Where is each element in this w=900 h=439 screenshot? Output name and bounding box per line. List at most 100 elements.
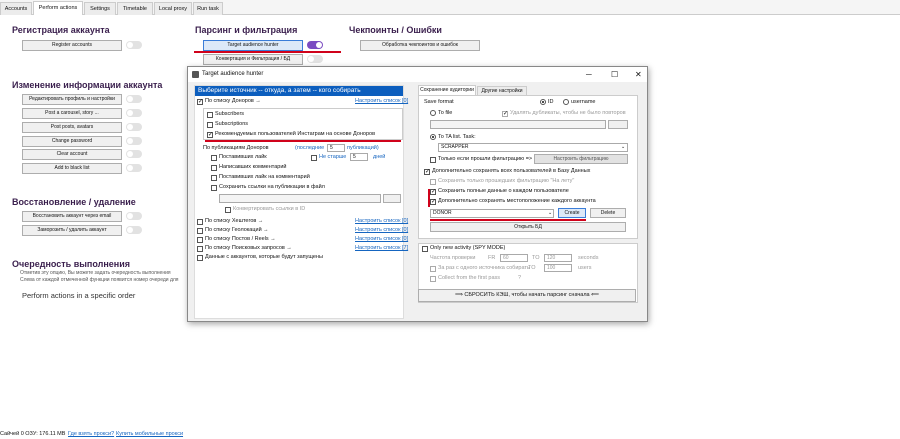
liked-checkbox[interactable] (211, 155, 217, 161)
clear-account-button[interactable]: Clear account (22, 149, 122, 160)
restore-email-button[interactable]: Восстановить аккаунт через email (22, 211, 122, 222)
db-chevron-icon[interactable]: ⌄ (548, 210, 552, 217)
conversion-filter-button[interactable]: Конвертация и Фильтрация / БД (203, 54, 303, 65)
not-older-checkbox[interactable] (311, 155, 317, 161)
tab-timetable[interactable]: Timetable (117, 2, 153, 15)
per-run-input[interactable]: 100 (544, 264, 572, 272)
browse-button[interactable] (383, 194, 401, 203)
posts-config-link[interactable]: Настроить список [0] (355, 236, 408, 243)
db-select[interactable]: DONOR (430, 209, 554, 218)
convert-links-checkbox[interactable] (225, 207, 231, 213)
subscribers-label: Subscribers (215, 111, 245, 117)
tab-settings[interactable]: Settings (84, 2, 116, 15)
help-icon[interactable]: ? (518, 275, 521, 282)
post-carousel-button[interactable]: Post a carousel, story ... (22, 108, 122, 119)
chevron-down-icon[interactable]: ⌄ (621, 144, 625, 151)
collect-first-checkbox[interactable] (430, 276, 436, 282)
tab-save-audience[interactable]: Сохранение аудитории (418, 85, 476, 95)
checkpoints-button[interactable]: Обработка чекпоинтов и ошибок (360, 40, 480, 51)
maximize-icon[interactable]: ☐ (611, 67, 618, 82)
task-select[interactable]: SCRAPPER (438, 143, 628, 152)
liked-comment-checkbox[interactable] (211, 175, 217, 181)
remove-dup-checkbox[interactable] (502, 110, 508, 117)
per-run-checkbox[interactable] (430, 266, 436, 272)
register-toggle[interactable] (126, 41, 142, 49)
fr-input[interactable]: 60 (500, 254, 528, 262)
close-icon[interactable]: ✕ (635, 67, 642, 82)
save-links-label: Сохранить ссылки на публикации в файл (219, 184, 325, 190)
geo-config-link[interactable]: Настроить список [0] (355, 227, 408, 234)
subscriptions-checkbox[interactable] (207, 122, 213, 128)
searches-checkbox[interactable] (197, 246, 203, 252)
id-radio[interactable] (540, 99, 546, 105)
configure-filter-button[interactable]: Настроить фильтрацию (534, 154, 628, 164)
tab-other-settings[interactable]: Другие настройки (477, 86, 527, 95)
tab-run-task[interactable]: Run task (193, 2, 223, 15)
links-file-input[interactable] (219, 194, 381, 203)
save-only-passed-checkbox[interactable] (430, 179, 436, 185)
last-count-input[interactable]: 5 (327, 144, 345, 152)
restore-toggle[interactable] (126, 212, 142, 220)
tab-local-proxy[interactable]: Local proxy (154, 2, 192, 15)
not-older-label: Не старше (319, 154, 347, 160)
subscribers-checkbox[interactable] (207, 112, 213, 118)
extra-save-checkbox[interactable] (424, 168, 430, 175)
save-full-label: Сохранить полные данные о каждом пользов… (438, 188, 569, 194)
tab-accounts[interactable]: Accounts (0, 2, 32, 15)
edit-profile-toggle[interactable] (126, 95, 142, 103)
add-blacklist-toggle[interactable] (126, 164, 142, 172)
delete-button[interactable]: Delete (590, 208, 626, 218)
searches-config-link[interactable]: Настроить список [7] (355, 245, 408, 252)
file-path-input[interactable] (430, 120, 606, 129)
to-file-radio[interactable] (430, 110, 436, 116)
tah-toggle[interactable] (307, 41, 323, 49)
to-ta-radio[interactable] (430, 134, 436, 140)
change-password-button[interactable]: Change password (22, 136, 122, 147)
tab-perform-actions[interactable]: Perform actions (33, 1, 83, 15)
conversion-toggle[interactable] (307, 55, 323, 63)
clear-account-toggle[interactable] (126, 150, 142, 158)
donors-checkbox[interactable] (197, 98, 203, 105)
highlight-underline (194, 51, 341, 53)
create-button[interactable]: Create (558, 208, 586, 218)
file-browse-button[interactable] (608, 120, 628, 129)
minimize-icon[interactable]: ─ (586, 67, 592, 82)
posts-reels-checkbox[interactable] (197, 237, 203, 243)
fetched-checkbox[interactable] (197, 255, 203, 261)
convert-links-label: Конвертировать ссылки в ID (233, 206, 306, 212)
edit-profile-button[interactable]: Редактировать профиль и настройки (22, 94, 122, 105)
post-carousel-toggle[interactable] (126, 109, 142, 117)
commented-checkbox[interactable] (211, 165, 217, 171)
hashtags-config-link[interactable]: Настроить список [0] (355, 218, 408, 225)
only-new-checkbox[interactable] (422, 246, 428, 252)
days-input[interactable]: 5 (350, 153, 368, 161)
change-info-heading: Изменение информации аккаунта (12, 80, 163, 90)
freeze-delete-button[interactable]: Заморозить / удалить аккаунт (22, 225, 122, 236)
save-location-checkbox[interactable] (430, 198, 436, 205)
username-radio[interactable] (563, 99, 569, 105)
username-label: username (571, 99, 596, 105)
save-full-checkbox[interactable] (430, 188, 436, 195)
post-posts-toggle[interactable] (126, 123, 142, 131)
to-input[interactable]: 120 (544, 254, 572, 262)
where-proxy-link[interactable]: Где взять прокси? (68, 430, 114, 439)
post-posts-button[interactable]: Post posts, avatars (22, 122, 122, 133)
only-filtered-checkbox[interactable] (430, 157, 436, 163)
freeze-toggle[interactable] (126, 226, 142, 234)
window-titlebar: Target audience hunter ─ ☐ ✕ (188, 67, 647, 82)
register-accounts-button[interactable]: Register accounts (22, 40, 122, 51)
save-location-label: Дополнительно сохранять местоположение к… (438, 198, 596, 204)
geo-checkbox[interactable] (197, 228, 203, 234)
donors-config-link[interactable]: Настроить список [0] (355, 98, 408, 105)
change-password-toggle[interactable] (126, 137, 142, 145)
add-blacklist-button[interactable]: Add to black list (22, 163, 122, 174)
recommended-checkbox[interactable] (207, 131, 213, 138)
order-option[interactable]: Perform actions in a specific order (22, 291, 135, 300)
buy-proxy-link[interactable]: Купить мобильные прокси (116, 430, 183, 439)
settings-panel: Сохранение аудитории Другие настройки Sa… (418, 85, 643, 319)
reset-cache-button[interactable]: ⟹ СБРОСИТЬ КЭШ, чтобы начать парсинг сна… (418, 289, 636, 302)
open-db-button[interactable]: Открыть БД (430, 222, 626, 232)
save-links-checkbox[interactable] (211, 185, 217, 191)
target-audience-hunter-button[interactable]: Target audience hunter (203, 40, 303, 51)
hashtags-checkbox[interactable] (197, 219, 203, 225)
